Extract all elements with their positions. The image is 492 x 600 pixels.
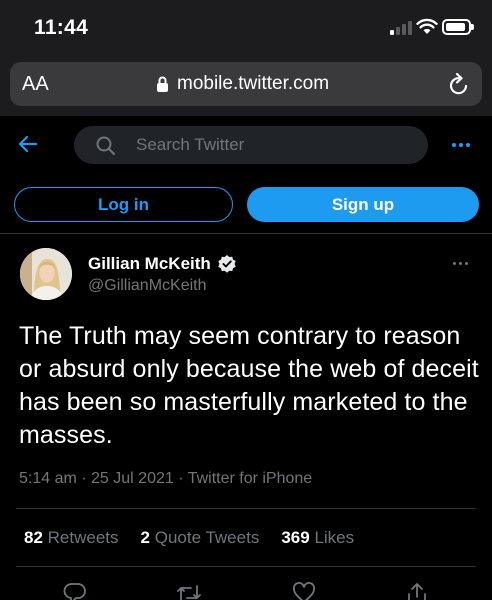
browser-chrome: AA mobile.twitter.com xyxy=(0,58,492,116)
likes-count: 369 xyxy=(281,528,310,547)
tweet-actions xyxy=(0,578,492,600)
wifi-icon xyxy=(416,18,438,34)
more-icon[interactable] xyxy=(452,143,470,147)
display-name: Gillian McKeith xyxy=(88,254,211,273)
status-bar: 11:44 xyxy=(0,0,492,58)
likes-label: Likes xyxy=(314,528,355,547)
status-time: 11:44 xyxy=(34,16,89,39)
search-input[interactable] xyxy=(136,126,406,164)
share-icon[interactable] xyxy=(405,582,429,600)
quote-tweets-stat[interactable]: 2 Quote Tweets xyxy=(141,528,260,548)
retweets-stat[interactable]: 82 Retweets xyxy=(24,528,119,548)
signup-button[interactable]: Sign up xyxy=(247,187,479,222)
user-handle[interactable]: @GillianMcKeith xyxy=(88,277,207,295)
likes-stat[interactable]: 369 Likes xyxy=(281,528,354,548)
reload-icon[interactable] xyxy=(448,72,470,96)
tweet-text: The Truth may seem contrary to reason or… xyxy=(19,322,479,449)
search-icon xyxy=(96,136,115,155)
retweets-label: Retweets xyxy=(47,528,119,547)
login-button[interactable]: Log in xyxy=(14,187,233,222)
search-box[interactable] xyxy=(74,126,428,164)
tweet-stats: 82 Retweets 2 Quote Tweets 369 Likes xyxy=(24,528,376,548)
url-text: mobile.twitter.com xyxy=(177,73,330,94)
reader-settings-button[interactable]: AA xyxy=(22,73,49,96)
avatar[interactable] xyxy=(20,248,72,300)
quote-tweets-label: Quote Tweets xyxy=(154,528,260,547)
twitter-header xyxy=(0,116,492,174)
quote-tweets-count: 2 xyxy=(140,528,150,547)
user-name[interactable]: Gillian McKeith xyxy=(88,254,237,274)
url-display[interactable]: mobile.twitter.com xyxy=(156,73,329,95)
stats-divider xyxy=(16,566,476,567)
reply-icon[interactable] xyxy=(63,582,87,600)
auth-row: Log in Sign up xyxy=(0,174,492,232)
address-bar[interactable]: AA mobile.twitter.com xyxy=(10,62,482,106)
verified-badge-icon xyxy=(218,255,236,273)
like-icon[interactable] xyxy=(292,582,316,600)
lock-icon xyxy=(157,76,168,92)
avatar-image xyxy=(20,248,72,300)
cellular-signal-icon xyxy=(390,21,412,35)
retweet-icon[interactable] xyxy=(176,582,202,600)
battery-icon xyxy=(442,19,474,35)
header-divider xyxy=(0,233,492,234)
tweet-meta[interactable]: 5:14 am · 25 Jul 2021 · Twitter for iPho… xyxy=(19,470,312,488)
back-arrow-icon[interactable] xyxy=(16,132,40,156)
retweets-count: 82 xyxy=(24,528,43,547)
tweet-more-icon[interactable] xyxy=(453,262,468,265)
meta-divider xyxy=(16,508,476,509)
